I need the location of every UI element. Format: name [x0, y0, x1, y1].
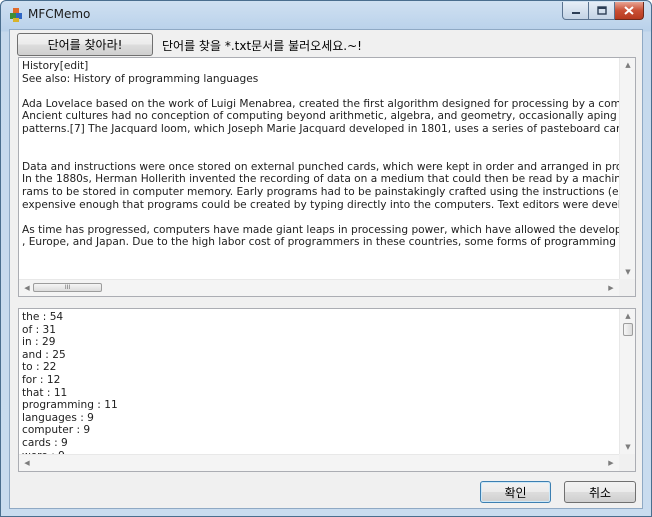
scroll-up-arrow-icon[interactable]: ▲: [620, 61, 635, 69]
document-line: Data and instructions were once stored o…: [22, 160, 636, 173]
document-text-area[interactable]: History[edit] See also: History of progra…: [18, 57, 636, 297]
window-title: MFCMemo: [28, 7, 91, 21]
word-count-line: to : 22: [22, 361, 57, 374]
horizontal-scroll-thumb[interactable]: III: [33, 283, 102, 292]
scrollbar-corner: [619, 454, 635, 471]
document-line: expensive enough that programs could be …: [22, 198, 635, 211]
document-line: As time has progressed, computers have m…: [22, 223, 635, 236]
scrollbar-corner: [619, 279, 635, 296]
word-count-text: the : 54 of : 31 in : 29 and : 25 to : 22 for…: [22, 311, 118, 462]
word-count-horizontal-scrollbar[interactable]: ◀ ▶: [19, 454, 619, 471]
word-count-line: of : 31: [22, 323, 56, 336]
dialog-client-area: 단어를 찾아라! 단어를 찾을 *.txt문서를 불러오세요.~! Histor…: [9, 29, 643, 509]
document-line: rams to be stored in computer memory. Ea…: [22, 185, 635, 198]
word-count-line: languages : 9: [22, 411, 94, 424]
document-line: , Europe, and Japan. Due to the high lab…: [22, 236, 635, 249]
app-icon: [10, 8, 22, 22]
title-bar[interactable]: MFCMemo: [1, 1, 651, 29]
word-count-line: in : 29: [22, 336, 56, 349]
document-line: Ada Lovelace based on the work of Luigi …: [22, 97, 635, 110]
word-count-line: computer : 9: [22, 424, 91, 437]
minimize-button[interactable]: [562, 2, 589, 20]
close-button[interactable]: [615, 2, 644, 20]
word-count-line: the : 54: [22, 311, 64, 323]
app-window: MFCMemo 단어를 찾아라! 단어를 찾을 *.txt문서를 불러오세요.~…: [0, 0, 652, 517]
word-count-line: cards : 9: [22, 436, 68, 449]
vertical-scroll-thumb[interactable]: [623, 323, 633, 336]
maximize-icon: [596, 6, 607, 15]
load-file-hint: 단어를 찾을 *.txt문서를 불러오세요.~!: [162, 39, 362, 53]
word-count-list[interactable]: the : 54 of : 31 in : 29 and : 25 to : 22 for…: [18, 308, 636, 472]
document-line: History[edit]: [22, 60, 89, 72]
document-vertical-scrollbar[interactable]: ▲ ▼: [619, 58, 635, 279]
scroll-right-arrow-icon[interactable]: ▶: [603, 284, 619, 292]
find-words-button[interactable]: 단어를 찾아라!: [17, 33, 153, 56]
close-icon: [624, 6, 634, 15]
scroll-up-arrow-icon[interactable]: ▲: [620, 312, 635, 320]
document-line: patterns.[7] The Jacquard loom, which Jo…: [22, 122, 632, 135]
document-horizontal-scrollbar[interactable]: ◀ III ▶: [19, 279, 619, 296]
document-text: History[edit] See also: History of progra…: [22, 60, 636, 249]
scroll-left-arrow-icon[interactable]: ◀: [19, 459, 35, 467]
word-count-line: for : 12: [22, 373, 61, 386]
document-line: Ancient cultures had no conception of co…: [22, 110, 635, 123]
ok-button[interactable]: 확인: [480, 481, 551, 503]
scroll-down-arrow-icon[interactable]: ▼: [620, 443, 635, 451]
document-line: See also: History of programming languag…: [22, 72, 259, 85]
document-line: In the 1880s, Herman Hollerith invented …: [22, 173, 635, 186]
word-count-line: that : 11: [22, 386, 68, 399]
cancel-button[interactable]: 취소: [564, 481, 636, 503]
scroll-down-arrow-icon[interactable]: ▼: [620, 268, 635, 276]
minimize-icon: [571, 11, 580, 14]
maximize-button[interactable]: [589, 2, 615, 20]
word-count-vertical-scrollbar[interactable]: ▲ ▼: [619, 309, 635, 454]
scroll-right-arrow-icon[interactable]: ▶: [603, 459, 619, 467]
word-count-line: and : 25: [22, 348, 66, 361]
word-count-line: programming : 11: [22, 399, 118, 412]
